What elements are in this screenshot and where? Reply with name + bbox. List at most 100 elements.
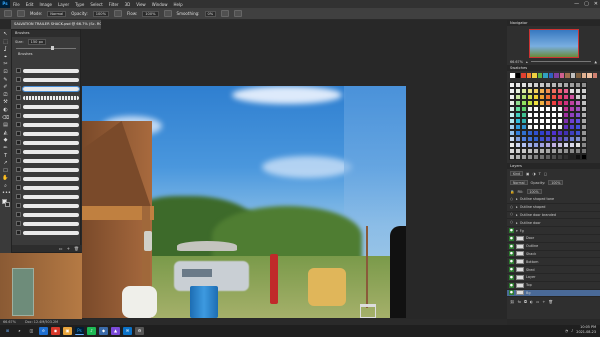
color-swatch[interactable] [570, 73, 575, 78]
brush-picker-icon[interactable] [17, 10, 25, 17]
color-swatch[interactable] [576, 73, 581, 78]
pressure-opacity-icon[interactable] [114, 10, 122, 17]
layer-row[interactable]: ○ ▸ Outline shaped [507, 204, 600, 212]
brush-preset[interactable] [16, 138, 86, 147]
pen-tool-icon[interactable]: ✏ [2, 145, 9, 151]
layer-row[interactable]: ● Bottom [507, 258, 600, 267]
eye-icon[interactable]: ● [509, 235, 514, 241]
move-tool-icon[interactable]: ↖ [2, 32, 9, 37]
lock-icon[interactable]: 🔒 [510, 190, 514, 194]
filter-shape-icon[interactable]: ▢ [544, 172, 547, 176]
new-brush-plus-icon[interactable]: + [67, 245, 70, 252]
color-swatch[interactable] [592, 73, 597, 78]
menu-view[interactable]: View [136, 2, 146, 7]
chrome-icon[interactable]: ◉ [51, 327, 60, 335]
layer-row[interactable]: ● ▾ Fg [507, 227, 600, 235]
path-select-tool-icon[interactable]: ↗ [2, 161, 9, 166]
new-layer-icon[interactable]: + [542, 300, 545, 304]
music-app-icon[interactable]: ♪ [87, 327, 96, 335]
steam-icon[interactable]: ◆ [99, 327, 108, 335]
menu-3d[interactable]: 3D [125, 2, 131, 7]
zoom-out-icon[interactable]: ▴ [526, 60, 528, 64]
search-icon[interactable]: ⌕ [15, 327, 24, 335]
document-tab[interactable]: SALVATION TRAILER SHACK.psd @ 66.7% (Sc.… [11, 20, 101, 29]
color-swatch[interactable] [521, 73, 526, 78]
brush-preset[interactable] [16, 102, 86, 111]
brush-preset[interactable] [16, 228, 86, 237]
minimize-button[interactable]: — [574, 0, 579, 8]
fx-icon[interactable]: fx [518, 300, 521, 304]
layer-opacity-field[interactable]: 100% [548, 180, 564, 185]
rectangle-tool-icon[interactable]: ☐ [2, 168, 9, 174]
menu-file[interactable]: File [13, 2, 20, 7]
menu-help[interactable]: Help [173, 2, 182, 7]
color-swatches[interactable] [1, 199, 10, 208]
task-view-icon[interactable]: ◫ [27, 327, 36, 335]
volume-icon[interactable]: ♪ [571, 325, 573, 337]
lasso-tool-icon[interactable]: ʆ [2, 47, 9, 52]
brush-preset[interactable] [16, 192, 86, 201]
color-swatch[interactable] [532, 73, 537, 78]
eye-icon[interactable]: ● [509, 228, 514, 234]
color-swatch[interactable] [537, 73, 542, 78]
brush-preset[interactable] [16, 111, 86, 120]
filter-image-icon[interactable]: ▣ [526, 172, 529, 176]
history-brush-tool-icon[interactable]: ◐ [2, 107, 9, 113]
brush-preset[interactable] [16, 165, 86, 174]
gradient-tool-icon[interactable]: ▤ [2, 123, 9, 128]
filter-adjust-icon[interactable]: ◑ [532, 172, 535, 176]
color-swatch[interactable] [548, 73, 553, 78]
brush-preset[interactable] [16, 183, 86, 192]
menu-filter[interactable]: Filter [109, 2, 119, 7]
mask-icon[interactable]: ◘ [524, 300, 527, 304]
brush-preset[interactable] [16, 93, 86, 102]
delete-layer-trash-icon[interactable]: 🗑 [548, 300, 553, 304]
brush-size-slider[interactable] [16, 46, 76, 51]
layer-row[interactable]: ● Door [507, 235, 600, 243]
zoom-tool-icon[interactable]: ⌕ [2, 183, 9, 189]
mode-select[interactable]: Normal [47, 10, 67, 17]
brush-preset[interactable] [16, 84, 86, 93]
hand-tool-icon[interactable]: ✋ [2, 176, 9, 181]
brush-preset[interactable] [16, 75, 86, 84]
color-wheel-swatch-grid[interactable] [509, 82, 587, 160]
canvas-artwork[interactable] [82, 86, 406, 318]
layer-row[interactable]: ○ ▸ Outline shaped tone [507, 196, 600, 204]
delete-trash-icon[interactable]: 🗑 [74, 245, 79, 252]
slider-knob[interactable] [50, 46, 54, 50]
mail-icon[interactable]: ✉ [123, 327, 132, 335]
eye-icon[interactable]: ○ [509, 197, 514, 202]
eye-icon[interactable]: ○ [509, 205, 514, 210]
layer-fill-field[interactable]: 100% [526, 189, 542, 194]
brush-preset[interactable] [16, 219, 86, 228]
maximize-button[interactable]: ▢ [584, 0, 589, 8]
healing-brush-tool-icon[interactable]: ✐ [2, 85, 9, 90]
marquee-tool-icon[interactable]: ⬚ [2, 39, 9, 45]
navigator-zoom-value[interactable]: 66.67% [510, 60, 523, 64]
opacity-field[interactable]: 100% [92, 10, 109, 17]
layer-row[interactable]: ● Outline [507, 243, 600, 251]
brush-tool-preset-icon[interactable] [4, 10, 12, 17]
eye-icon[interactable]: ○ [509, 220, 514, 225]
brush-preset[interactable] [16, 120, 86, 129]
type-tool-icon[interactable]: T [2, 153, 9, 159]
color-swatch[interactable] [587, 73, 592, 78]
navigator-thumbnail[interactable] [528, 29, 579, 58]
crop-tool-icon[interactable]: ✂ [2, 62, 9, 67]
smoothing-field[interactable]: 0% [204, 10, 217, 17]
layer-kind-filter[interactable]: Kind [510, 171, 524, 176]
color-swatch[interactable] [526, 73, 531, 78]
color-swatch[interactable] [510, 73, 515, 78]
brush-preset[interactable] [16, 129, 86, 138]
photoshop-taskbar-icon[interactable]: Ps [75, 327, 84, 335]
menu-edit[interactable]: Edit [26, 2, 34, 7]
layer-row[interactable]: ● Shack [507, 251, 600, 259]
color-swatch[interactable] [565, 73, 570, 78]
layer-row[interactable]: ● Shed [507, 266, 600, 274]
menu-layer[interactable]: Layer [58, 2, 69, 7]
eyedropper-tool-icon[interactable]: ✎ [2, 77, 9, 83]
zoom-in-icon[interactable]: ▲ [594, 60, 597, 64]
eye-icon[interactable]: ● [509, 243, 514, 249]
menu-image[interactable]: Image [39, 2, 52, 7]
eraser-tool-icon[interactable]: ⌫ [2, 115, 9, 121]
